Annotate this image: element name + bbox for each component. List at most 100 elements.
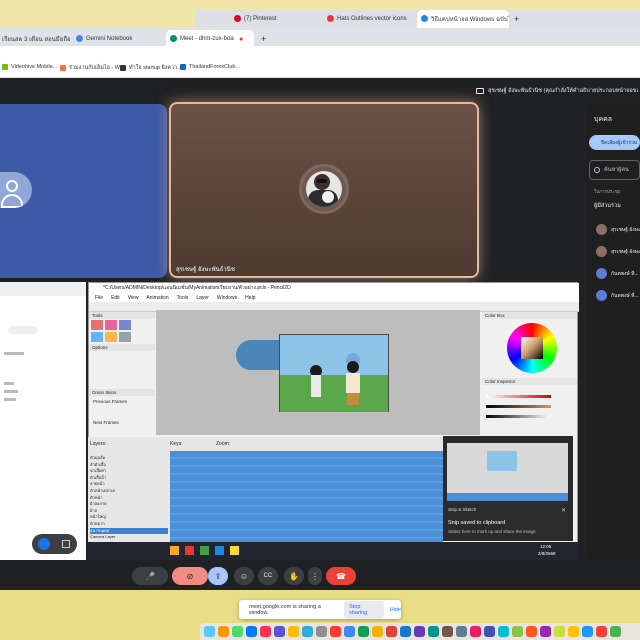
app-icon[interactable] [302, 626, 313, 637]
menu-windows[interactable]: Windows [217, 295, 237, 301]
app-icon[interactable] [200, 546, 209, 555]
layer-row[interactable]: หัวหมาก [90, 521, 168, 528]
select-icon[interactable] [119, 320, 131, 330]
bookmark-item[interactable]: ThailandForexClub... [180, 64, 240, 70]
layer-row[interactable]: ตัวเสื้อน้ำ [90, 475, 168, 482]
emoji-button[interactable]: ☺ [234, 567, 254, 585]
app-icon[interactable] [218, 626, 229, 637]
captions-button[interactable]: CC [258, 567, 278, 585]
layer-row[interactable]: ตัวหน้าเปลาเล่ [90, 488, 168, 495]
pencil-icon[interactable] [91, 320, 103, 330]
layer-row[interactable]: Camera Layer [90, 534, 168, 541]
previous-frames-checkbox[interactable]: Previous Frames [93, 399, 127, 404]
app-icon[interactable] [232, 626, 243, 637]
app-icon[interactable] [400, 626, 411, 637]
layer-row[interactable]: หน้าใหญ่ [90, 514, 168, 521]
search-people-input[interactable]: ค้นหาผู้คน [589, 160, 640, 180]
participant-row-name: สุรเชษฐ์ อังษะ... [611, 248, 640, 255]
snip-toast[interactable]: Snip & Sketch Snip saved to clipboard Se… [443, 436, 573, 541]
raise-hand-button[interactable]: ✋ [284, 567, 304, 585]
menu-layer[interactable]: Layer [196, 295, 209, 301]
app-icon[interactable] [596, 626, 607, 637]
participant-row[interactable]: กันตพงษ์ ที... [596, 268, 639, 279]
avatar [596, 290, 607, 301]
layer-row[interactable]: ขาเสื้อย่า [90, 468, 168, 475]
layer-row[interactable]: ลายหน้า [90, 481, 168, 488]
end-call-button[interactable]: ☎ [326, 567, 356, 585]
participant-row[interactable]: กันตพงษ์ ที่... [596, 290, 639, 301]
chrome-icon[interactable] [288, 626, 299, 637]
mic-button[interactable]: 🎤 [132, 567, 168, 585]
bucket-icon[interactable] [91, 332, 103, 342]
app-icon[interactable] [386, 626, 397, 637]
app-icon[interactable] [498, 626, 509, 637]
camera-off-button[interactable]: ⊘ [172, 567, 208, 585]
layer-row[interactable]: ตัวหน้า [90, 495, 168, 502]
bookmark-item[interactable]: ร่วมงานกับเอ็มไอ - W... [60, 64, 124, 72]
app-icon[interactable] [470, 626, 481, 637]
chrome-icon[interactable] [230, 546, 239, 555]
app-icon[interactable] [330, 626, 341, 637]
mute-all-button[interactable]: ปิดเสียงผู้เข้าร่วม [589, 135, 640, 150]
color-wheel[interactable] [507, 323, 557, 373]
macos-dock [200, 623, 640, 640]
hide-button[interactable]: Hide [390, 607, 401, 613]
tab-screenshot-guide[interactable]: วิธีแคปหน้าจอ Windows ฉบับไม่... [417, 10, 509, 28]
menu-edit[interactable]: Edit [111, 295, 120, 301]
tab-label: Meet - dhm-zux-boa [180, 36, 234, 42]
participant-name: สุรเชษฐ์ อังษะพันธ์วนิช [176, 267, 235, 273]
participant-row[interactable]: สุรเชษฐ์ อังษะ... [596, 224, 640, 235]
file-explorer-icon[interactable] [170, 546, 179, 555]
app-icon[interactable] [582, 626, 593, 637]
app-icon[interactable] [358, 626, 369, 637]
screenshot-thumbnail[interactable] [447, 443, 568, 501]
edge-icon[interactable] [215, 546, 224, 555]
pen-icon[interactable] [38, 538, 50, 550]
settings-icon[interactable] [316, 626, 327, 637]
bookmark-item[interactable]: Videohive Mobile... [2, 64, 57, 70]
app-icon[interactable] [484, 626, 495, 637]
app-icon[interactable] [456, 626, 467, 637]
finder-icon[interactable] [204, 626, 215, 637]
app-icon[interactable] [428, 626, 439, 637]
app-icon[interactable] [372, 626, 383, 637]
annotation-toolbar[interactable] [32, 534, 77, 554]
menu-tools[interactable]: Tools [177, 295, 189, 301]
layer-row[interactable]: ผ้าล [90, 508, 168, 515]
present-button[interactable]: ⇪ [208, 567, 228, 585]
participant-row[interactable]: สุรเชษฐ์ อังษะ... [596, 246, 640, 257]
layer-row[interactable]: หัวมุมส้ม [90, 455, 168, 462]
expand-icon[interactable] [62, 540, 70, 548]
close-icon[interactable]: ✕ [561, 507, 566, 514]
app-icon[interactable] [274, 626, 285, 637]
app-icon[interactable] [414, 626, 425, 637]
menu-file[interactable]: File [95, 295, 103, 301]
layer-row[interactable]: ผ้าลอกาย [90, 501, 168, 508]
app-icon[interactable] [185, 546, 194, 555]
menu-view[interactable]: View [128, 295, 139, 301]
app-icon[interactable] [568, 626, 579, 637]
next-frames-checkbox[interactable]: Next Frames [93, 420, 119, 425]
app-icon[interactable] [246, 626, 257, 637]
menu-help[interactable]: Help [245, 295, 255, 301]
bookmark-item[interactable]: ทำใจ startup ยิงควา... [120, 64, 182, 72]
tab-pinterest[interactable]: (7) Pinterest [230, 10, 315, 28]
menu-animation[interactable]: Animation [146, 295, 168, 301]
app-icon[interactable] [526, 626, 537, 637]
app-icon[interactable] [554, 626, 565, 637]
hand-icon[interactable] [119, 332, 131, 342]
app-icon[interactable] [540, 626, 551, 637]
app-icon[interactable] [512, 626, 523, 637]
new-tab-button[interactable]: + [511, 10, 525, 28]
app-icon[interactable] [442, 626, 453, 637]
more-options-button[interactable]: ⋮ [308, 567, 322, 585]
address-bar[interactable] [0, 46, 640, 60]
eraser-icon[interactable] [105, 320, 117, 330]
app-icon[interactable] [610, 626, 621, 637]
stop-sharing-button[interactable]: Stop sharing [344, 600, 384, 619]
app-icon[interactable] [260, 626, 271, 637]
tab-hats[interactable]: Hats Outlines vector icons [323, 10, 413, 28]
layer-row[interactable]: สุนาขนุดญ่ [90, 527, 168, 535]
brush-icon[interactable] [105, 332, 117, 342]
app-icon[interactable] [344, 626, 355, 637]
